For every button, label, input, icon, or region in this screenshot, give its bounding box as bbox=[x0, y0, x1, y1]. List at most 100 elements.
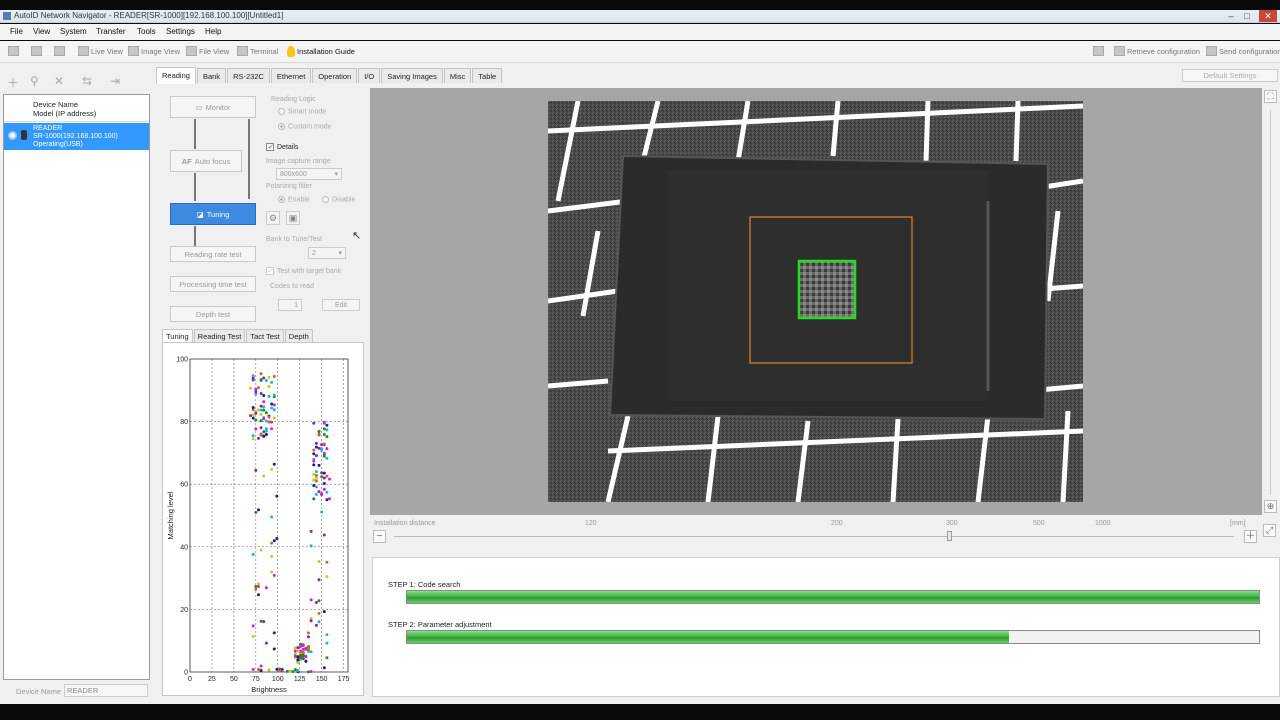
image-view-button[interactable]: Image View bbox=[128, 46, 180, 56]
data-point bbox=[262, 408, 266, 412]
minimize-icon[interactable]: – bbox=[1224, 10, 1238, 22]
zoom-reset-icon[interactable]: ⊕ bbox=[1264, 500, 1277, 513]
installation-guide-button[interactable]: Installation Guide bbox=[287, 46, 355, 57]
tab-tuning[interactable]: Tuning bbox=[162, 329, 193, 342]
tab-misc[interactable]: Misc bbox=[443, 68, 472, 83]
tab-reading-test[interactable]: Reading Test bbox=[193, 329, 246, 342]
menu-help[interactable]: Help bbox=[205, 27, 221, 36]
data-point bbox=[317, 429, 321, 433]
data-point bbox=[322, 454, 326, 458]
data-point bbox=[259, 391, 263, 395]
custom-mode-radio[interactable]: Custom mode bbox=[278, 123, 332, 130]
data-point bbox=[322, 427, 326, 431]
data-point bbox=[301, 657, 305, 661]
tab-ethernet[interactable]: Ethernet bbox=[270, 68, 312, 83]
fit-view-icon[interactable]: ⛶ bbox=[1264, 90, 1277, 103]
codes-to-read-field[interactable]: 1 bbox=[278, 299, 302, 311]
delete-device-icon[interactable]: ✕ bbox=[54, 74, 64, 88]
monitor-button[interactable]: ▭ Monitor bbox=[170, 96, 256, 118]
tab-table[interactable]: Table bbox=[472, 68, 503, 83]
extra-tool-icon[interactable] bbox=[1093, 46, 1104, 56]
close-icon[interactable]: ✕ bbox=[1259, 10, 1277, 22]
add-device-icon[interactable]: ＋ bbox=[7, 74, 19, 91]
terminal-button[interactable]: Terminal bbox=[237, 46, 278, 56]
enable-radio[interactable]: Enable bbox=[278, 196, 310, 203]
zoom-slider-track[interactable] bbox=[1270, 110, 1271, 495]
tab-reading[interactable]: Reading bbox=[156, 67, 196, 84]
processing-time-test-button[interactable]: Processing time test bbox=[170, 276, 256, 292]
data-point bbox=[262, 417, 266, 421]
data-point bbox=[270, 554, 274, 558]
device-settings-icon[interactable]: ⇥ bbox=[110, 74, 120, 88]
device-row[interactable]: READER SR-1000(192.168.100.100) Operatin… bbox=[4, 123, 149, 150]
file-view-button[interactable]: File View bbox=[186, 46, 229, 56]
data-point bbox=[301, 643, 305, 647]
connect-device-icon[interactable]: ⇆ bbox=[82, 74, 92, 88]
step1-progress-bar bbox=[406, 590, 1260, 604]
bank-select[interactable]: 2 ▾ bbox=[308, 247, 346, 259]
data-point bbox=[259, 408, 263, 412]
data-point bbox=[264, 641, 268, 645]
retrieve-configuration-button[interactable]: Retrieve configuration bbox=[1114, 46, 1200, 56]
tab-tact-test[interactable]: Tact Test bbox=[246, 329, 284, 342]
image-settings-icon[interactable]: ▣ bbox=[286, 211, 300, 225]
send-configuration-button[interactable]: Send configuration bbox=[1206, 46, 1280, 56]
device-name-field[interactable]: READER bbox=[64, 684, 148, 697]
smart-mode-radio[interactable]: Smart mode bbox=[278, 108, 326, 115]
flow-arrow-right bbox=[248, 119, 250, 199]
distance-slider-track[interactable] bbox=[394, 536, 1234, 537]
data-point bbox=[322, 610, 326, 614]
menu-view[interactable]: View bbox=[33, 27, 50, 36]
tab-bank[interactable]: Bank bbox=[196, 68, 227, 83]
reading-rate-test-button[interactable]: Reading rate test bbox=[170, 246, 256, 262]
menu-tools[interactable]: Tools bbox=[137, 27, 156, 36]
maximize-icon[interactable]: □ bbox=[1240, 10, 1254, 22]
data-point bbox=[259, 664, 263, 668]
tab-depth[interactable]: Depth bbox=[284, 329, 313, 342]
autofocus-button[interactable]: AF Auto focus bbox=[170, 150, 242, 172]
tab-io[interactable]: I/O bbox=[358, 68, 381, 83]
live-view-button[interactable]: Live View bbox=[78, 46, 123, 56]
tab-operation[interactable]: Operation bbox=[312, 68, 358, 83]
data-point bbox=[275, 494, 279, 498]
data-point bbox=[309, 529, 313, 533]
details-checkbox[interactable]: ✓ Details bbox=[266, 143, 298, 151]
menu-file[interactable]: File bbox=[10, 27, 23, 36]
default-settings-button[interactable]: Default Settings bbox=[1182, 69, 1278, 82]
data-point bbox=[293, 668, 297, 672]
save-icon[interactable] bbox=[54, 46, 65, 56]
data-point bbox=[307, 648, 310, 652]
x-tick-label: 50 bbox=[230, 676, 238, 683]
distance-slider-thumb[interactable] bbox=[947, 531, 952, 541]
new-file-icon[interactable] bbox=[8, 46, 19, 56]
expand-icon[interactable]: ⤢ bbox=[1263, 524, 1276, 537]
open-file-icon[interactable] bbox=[31, 46, 42, 56]
menu-settings[interactable]: Settings bbox=[166, 27, 195, 36]
disable-radio[interactable]: Disable bbox=[322, 196, 355, 203]
tab-rs232c[interactable]: RS-232C bbox=[227, 68, 270, 83]
x-tick-label: 175 bbox=[338, 676, 350, 683]
zoom-in-button[interactable]: ＋ bbox=[1244, 530, 1257, 543]
tab-saving-images[interactable]: Saving Images bbox=[381, 68, 443, 83]
gear-icon[interactable]: ⚙ bbox=[266, 211, 280, 225]
edit-button[interactable]: Edit bbox=[322, 299, 360, 311]
data-point bbox=[328, 477, 332, 481]
data-point bbox=[299, 644, 303, 648]
depth-test-button[interactable]: Depth test bbox=[170, 306, 256, 322]
data-point bbox=[264, 586, 268, 590]
data-point bbox=[293, 654, 297, 658]
data-point bbox=[251, 668, 255, 672]
data-point bbox=[317, 560, 321, 564]
test-with-target-bank-checkbox[interactable]: ✓ Test with target bank bbox=[266, 267, 341, 275]
data-point bbox=[325, 575, 329, 579]
data-point bbox=[320, 443, 324, 447]
tuning-button[interactable]: ◪ Tuning bbox=[170, 203, 256, 225]
zoom-out-button[interactable]: − bbox=[373, 530, 386, 543]
step2-progress-bar bbox=[406, 630, 1260, 644]
send-icon bbox=[1206, 46, 1217, 56]
capture-range-select[interactable]: 800x600 ▾ bbox=[276, 168, 342, 180]
data-point bbox=[254, 390, 258, 394]
menu-transfer[interactable]: Transfer bbox=[96, 27, 126, 36]
search-device-icon[interactable]: ⚲ bbox=[30, 74, 39, 88]
menu-system[interactable]: System bbox=[60, 27, 87, 36]
